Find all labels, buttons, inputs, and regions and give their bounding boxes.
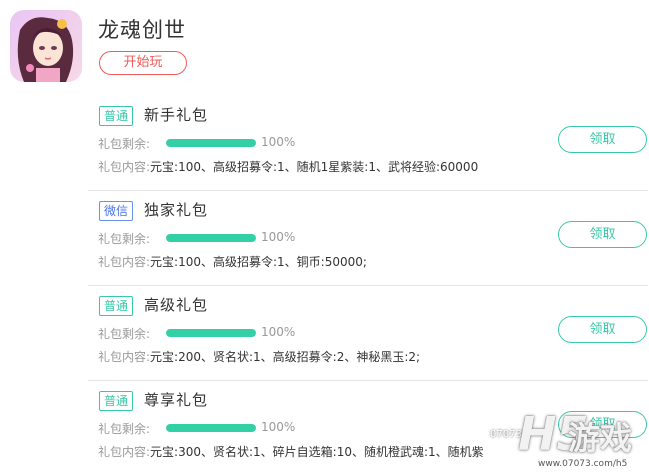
gift-remain-percent: 100% — [261, 325, 296, 339]
gift-remain-percent: 100% — [261, 135, 296, 149]
game-icon[interactable] — [10, 10, 82, 82]
gift-remain-bar — [166, 139, 256, 147]
gift-name: 尊享礼包 — [144, 391, 209, 409]
watermark-url: www.07073.com/h5 — [538, 459, 628, 469]
gift-remain-bar — [166, 329, 256, 337]
gift-item-exclusive: 微信 独家礼包 礼包剩余: 100% 礼包内容:元宝:100、高级招募令:1、铜… — [88, 191, 648, 286]
game-title: 龙魂创世 — [98, 18, 186, 42]
claim-button[interactable]: 领取 — [558, 316, 647, 343]
watermark-brand-cn: 游戏 — [568, 419, 633, 457]
site-watermark: 07073 H5 游戏 www.07073.com/h5 — [488, 407, 649, 474]
gift-remain-percent: 100% — [261, 420, 296, 434]
gift-type-tag: 普通 — [99, 296, 134, 316]
gift-type-tag: 普通 — [99, 391, 134, 411]
gift-remain-label: 礼包剩余: — [98, 327, 151, 341]
gift-content: 礼包内容:元宝:100、高级招募令:1、铜币:50000; — [98, 255, 367, 269]
gift-content: 礼包内容:元宝:100、高级招募令:1、随机1星紫装:1、武将经验:60000 — [98, 160, 479, 174]
gift-content: 礼包内容:元宝:300、贤名状:1、碎片自选箱:10、随机橙武魂:1、随机紫 — [98, 445, 484, 459]
gift-name: 新手礼包 — [144, 106, 209, 124]
gift-name: 高级礼包 — [144, 296, 209, 314]
gift-item-advanced: 普通 高级礼包 礼包剩余: 100% 礼包内容:元宝:200、贤名状:1、高级招… — [88, 286, 648, 381]
gift-remain-label: 礼包剩余: — [98, 422, 151, 436]
claim-button[interactable]: 领取 — [558, 126, 647, 153]
gift-type-tag: 微信 — [99, 201, 134, 221]
gift-remain-percent: 100% — [261, 230, 296, 244]
gift-item-newbie: 普通 新手礼包 礼包剩余: 100% 礼包内容:元宝:100、高级招募令:1、随… — [88, 96, 648, 191]
gift-type-tag: 普通 — [99, 106, 134, 126]
claim-button[interactable]: 领取 — [558, 221, 647, 248]
gift-remain-bar — [166, 234, 256, 242]
start-play-button[interactable]: 开始玩 — [99, 51, 187, 75]
gift-remain-label: 礼包剩余: — [98, 137, 151, 151]
gift-remain-label: 礼包剩余: — [98, 232, 151, 246]
gift-name: 独家礼包 — [144, 201, 209, 219]
gift-content: 礼包内容:元宝:200、贤名状:1、高级招募令:2、神秘黑玉:2; — [98, 350, 421, 364]
gift-remain-bar — [166, 424, 256, 432]
